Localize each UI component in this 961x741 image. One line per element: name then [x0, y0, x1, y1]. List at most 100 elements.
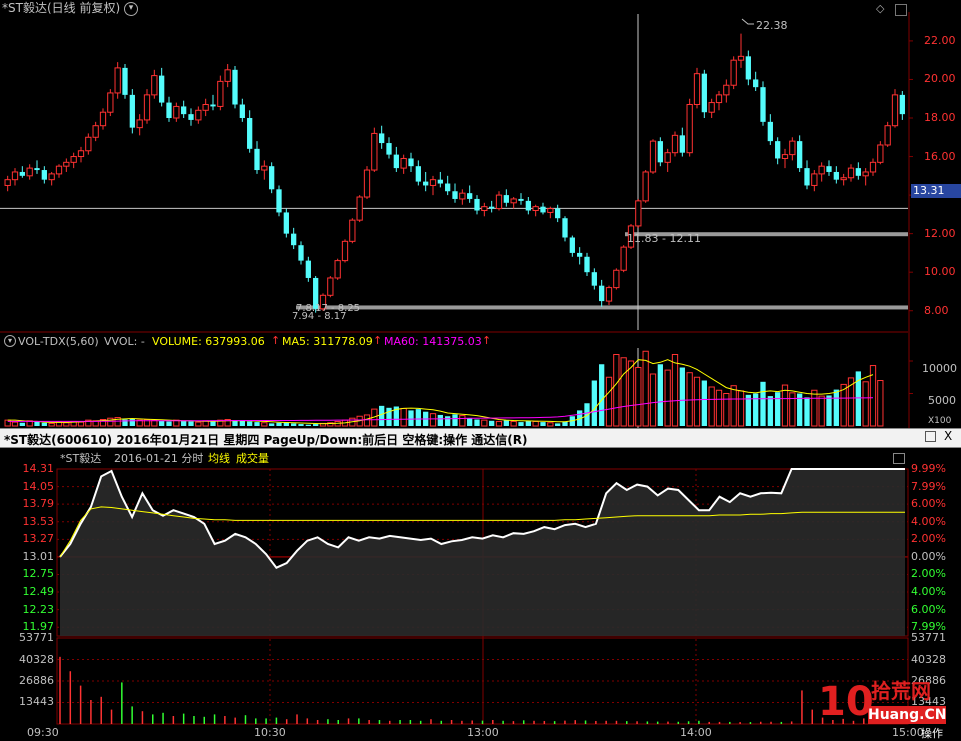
- volume-bar: [657, 364, 663, 426]
- price-tick-label: 22.00: [924, 33, 956, 47]
- volume-bar: [510, 420, 517, 427]
- vol-tick: 10000: [922, 362, 957, 375]
- maximize-icon[interactable]: [895, 4, 907, 16]
- intraday-pct-tick: 2.00%: [911, 532, 946, 546]
- candle-body: [107, 92, 114, 113]
- volume-label[interactable]: 成交量: [236, 452, 269, 465]
- intraday-vol-tick: 53771: [911, 631, 946, 644]
- candle-body: [862, 171, 869, 177]
- candle-body: [415, 166, 421, 182]
- candle-body: [467, 193, 473, 199]
- candle-body: [649, 140, 657, 173]
- volume-value: VOLUME: 637993.06: [152, 335, 265, 348]
- volume-bar: [540, 422, 546, 426]
- candle-body: [99, 111, 107, 127]
- candle-body: [532, 206, 539, 212]
- intraday-pct-tick: 4.00%: [911, 514, 946, 528]
- candle-body: [693, 73, 701, 106]
- volume-bar: [708, 386, 715, 427]
- candle-body: [70, 156, 77, 163]
- candle-body: [55, 165, 63, 175]
- chevron-down-icon[interactable]: ▾: [4, 335, 16, 347]
- intraday-pct-tick: 2.00%: [911, 567, 946, 581]
- volume-bar: [591, 380, 597, 426]
- volume-bar: [745, 394, 751, 426]
- intraday-time-tick: 15:00: [892, 726, 924, 739]
- candle-body: [833, 171, 839, 180]
- diamond-icon[interactable]: ◇: [876, 2, 884, 15]
- candle-body: [202, 104, 209, 111]
- volume-bar: [400, 407, 407, 427]
- candle-body: [591, 272, 597, 286]
- avg-line-label[interactable]: 均线: [208, 452, 230, 465]
- volume-bar: [386, 407, 392, 426]
- candle-body: [210, 104, 216, 107]
- operation-button[interactable]: 操作: [921, 727, 943, 740]
- candle-body: [577, 252, 583, 257]
- candle-body: [481, 206, 488, 212]
- candle-body: [679, 135, 685, 153]
- volume-bar: [459, 415, 466, 427]
- volume-bar: [525, 420, 531, 426]
- candle-body: [188, 114, 194, 120]
- volume-bar: [415, 409, 421, 426]
- volume-bar: [701, 380, 707, 426]
- price-tick-label: 20.00: [924, 72, 956, 86]
- volume-bar: [408, 410, 414, 426]
- candle-body: [847, 167, 855, 179]
- intraday-pct-tick: 9.99%: [911, 462, 946, 475]
- candle-body: [363, 169, 371, 198]
- volume-bar: [723, 393, 730, 427]
- candle-body: [818, 165, 825, 175]
- candle-body: [730, 59, 737, 86]
- candle-body: [386, 143, 392, 155]
- candle-body: [77, 150, 85, 158]
- candle-body: [224, 69, 231, 82]
- intraday-window-title: *ST毅达(600610) 2016年01月21日 星期四 PageUp/Dow…: [4, 433, 528, 447]
- chevron-down-icon[interactable]: ▾: [124, 2, 138, 16]
- panel-toggle-icon[interactable]: [893, 453, 905, 464]
- vol-tick: 5000: [928, 394, 956, 407]
- candle-body: [41, 170, 47, 180]
- watermark-url: Huang.CN: [868, 706, 947, 724]
- candle-body: [452, 191, 458, 199]
- candle-body: [26, 167, 33, 177]
- chart-canvas[interactable]: [0, 0, 961, 741]
- candle-body: [305, 260, 311, 278]
- volume-bar: [467, 418, 473, 426]
- volume-bar: [195, 421, 202, 427]
- volume-bar: [445, 416, 451, 426]
- intraday-window-titlebar[interactable]: *ST毅达(600610) 2016年01月21日 星期四 PageUp/Dow…: [0, 428, 961, 448]
- close-icon[interactable]: X: [944, 429, 952, 443]
- candle-body: [775, 141, 781, 159]
- volume-bar: [877, 380, 884, 427]
- candle-body: [114, 67, 121, 94]
- volume-bar: [452, 414, 458, 426]
- candle-body: [510, 198, 517, 204]
- candle-body: [525, 200, 531, 211]
- intraday-pct-tick: 6.00%: [911, 602, 946, 616]
- candle-body: [584, 256, 590, 273]
- volume-bar: [77, 421, 85, 427]
- candle-body: [334, 260, 341, 279]
- volume-bar: [63, 422, 70, 427]
- intraday-vol-tick: 26886: [19, 673, 54, 687]
- restore-icon[interactable]: [925, 431, 936, 442]
- candle-body: [247, 118, 253, 149]
- volume-bar: [737, 390, 745, 427]
- candle-body: [459, 192, 466, 200]
- candle-body: [63, 161, 70, 167]
- candle-body: [664, 152, 671, 163]
- volume-bar: [555, 423, 561, 426]
- vvol-label: VVOL: -: [104, 335, 145, 348]
- volume-bar: [781, 384, 789, 427]
- volume-bar: [429, 413, 437, 427]
- volume-bar: [129, 418, 135, 426]
- volume-bar: [239, 420, 245, 426]
- volume-bar: [34, 421, 40, 426]
- intraday-price-tick: 13.79: [22, 497, 55, 511]
- candle-body: [715, 94, 723, 104]
- candle-body: [159, 75, 165, 103]
- kline-bg: [0, 0, 961, 428]
- vol-indicator-name[interactable]: VOL-TDX(5,60): [18, 335, 99, 348]
